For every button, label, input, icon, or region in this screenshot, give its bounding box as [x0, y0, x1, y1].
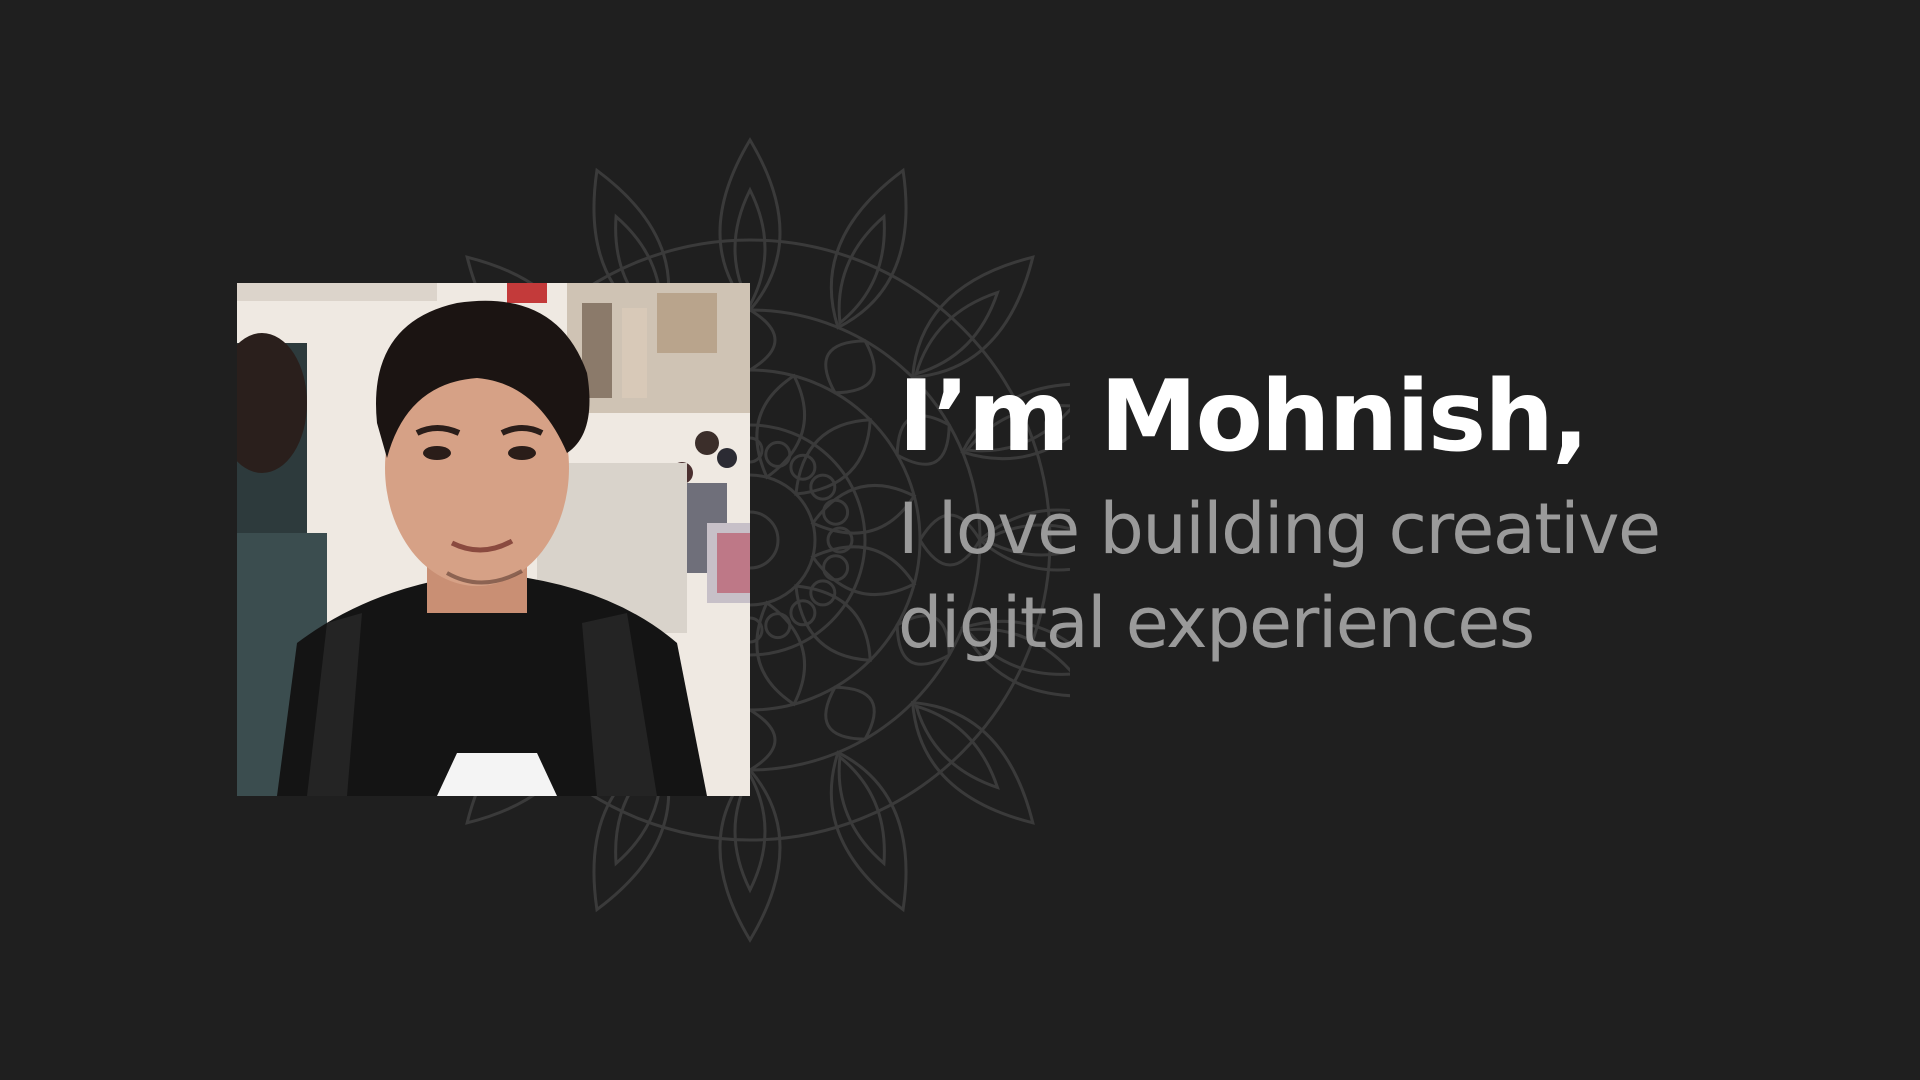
- hero-text: I’m Mohnish, I love building creative di…: [898, 358, 1858, 670]
- tagline-line-2: digital experiences: [898, 582, 1535, 664]
- profile-photo: [237, 283, 750, 796]
- greeting-heading: I’m Mohnish,: [898, 360, 1589, 474]
- tagline: I love building creative digital experie…: [898, 482, 1858, 670]
- hero-section: I’m Mohnish, I love building creative di…: [0, 0, 1920, 1080]
- tagline-line-1: I love building creative: [898, 488, 1661, 570]
